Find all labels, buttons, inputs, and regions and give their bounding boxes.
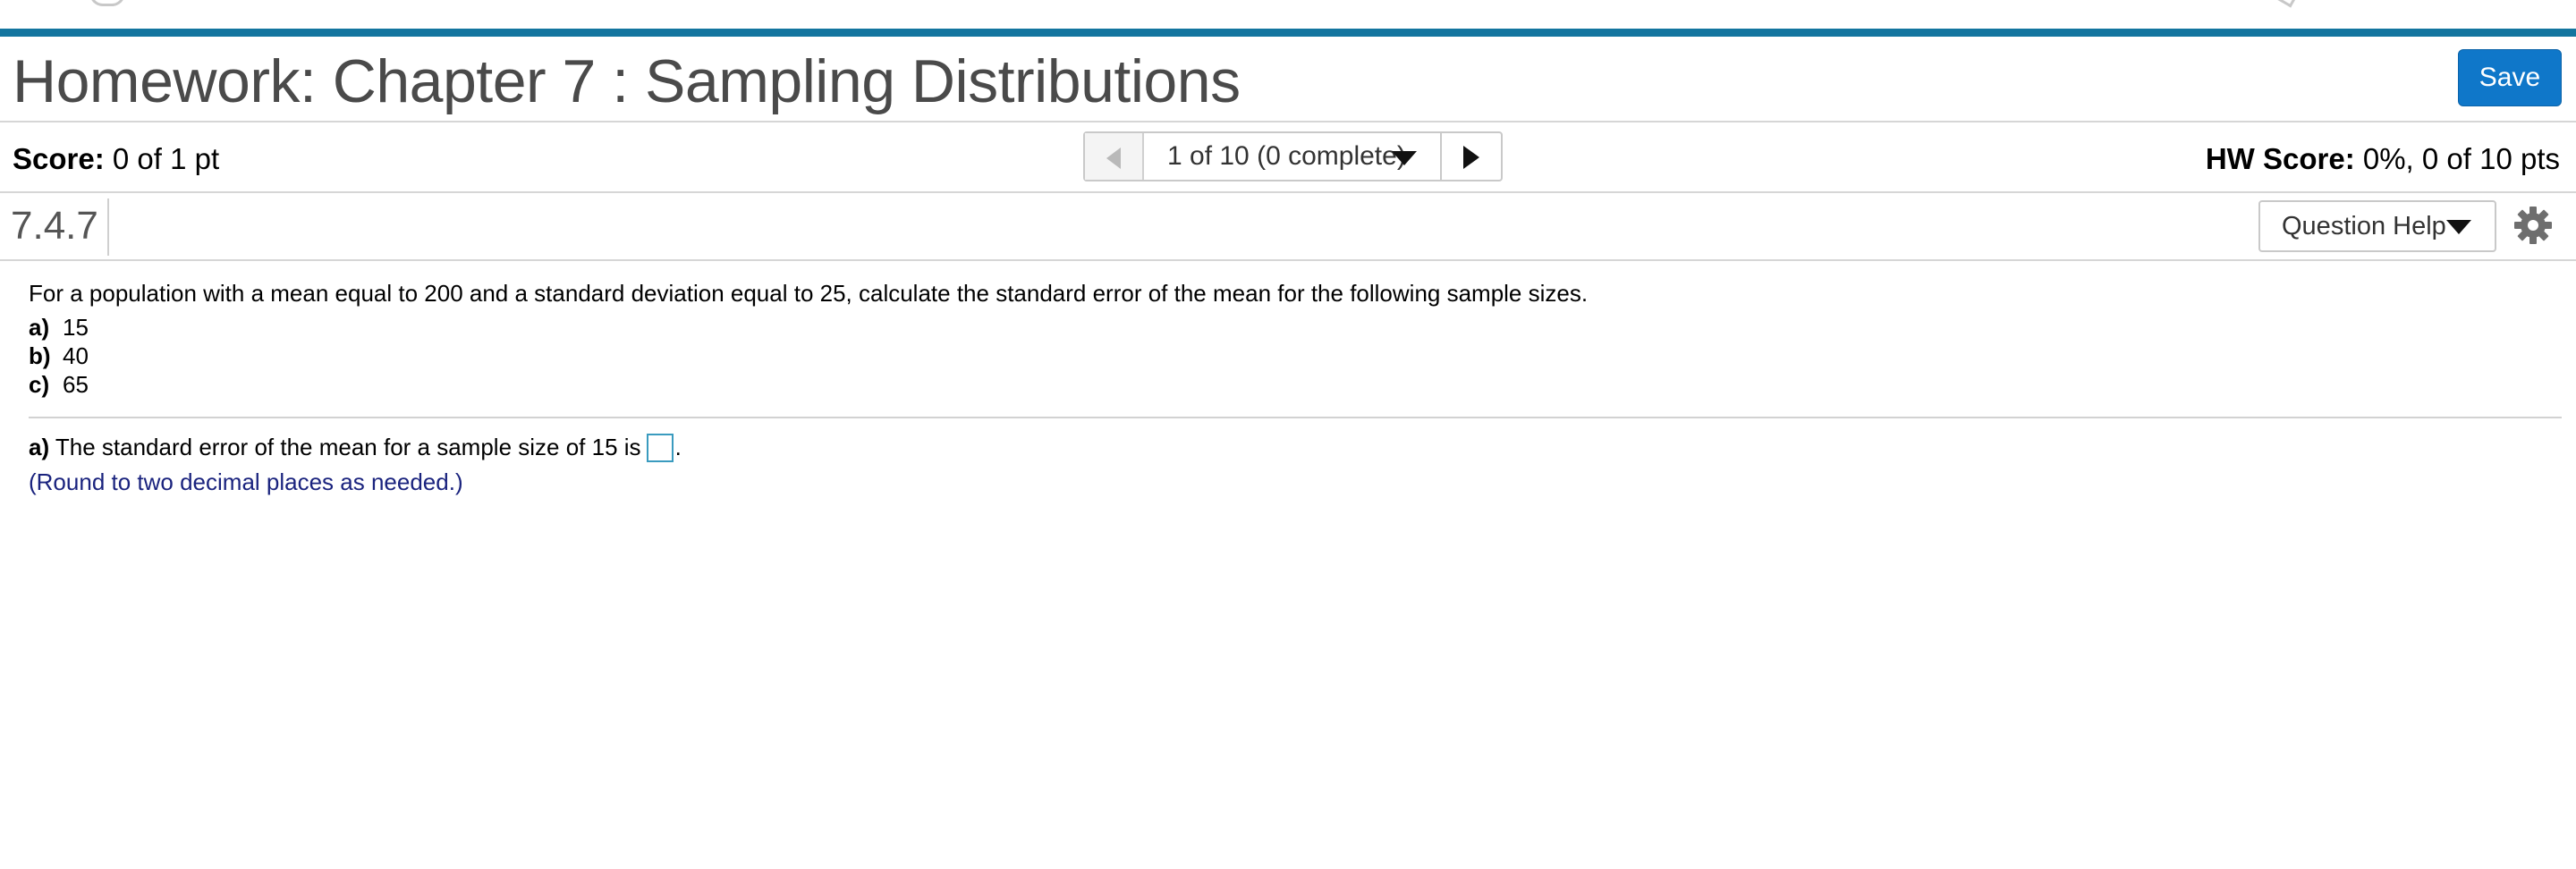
hw-score-value: 0%, 0 of 10 pts xyxy=(2362,142,2560,175)
part-value: 65 xyxy=(63,371,89,398)
question-navigator: 1 of 10 (0 complete) xyxy=(1083,131,1503,181)
caret-down-icon xyxy=(1392,151,1417,165)
page-title: Homework: Chapter 7 : Sampling Distribut… xyxy=(13,47,1241,115)
question-help-label: Question Help xyxy=(2282,212,2446,240)
title-bar: Homework: Chapter 7 : Sampling Distribut… xyxy=(0,37,2576,122)
list-item: a) 15 xyxy=(29,313,2533,342)
part-letter: a) xyxy=(29,314,50,341)
triangle-right-icon xyxy=(1463,146,1479,169)
save-button[interactable]: Save xyxy=(2458,49,2562,106)
partial-chevron-icon xyxy=(2277,0,2296,8)
divider xyxy=(29,417,2562,418)
caret-down-icon xyxy=(2446,220,2471,234)
part-letter: b) xyxy=(29,342,51,369)
question-stem: For a population with a mean equal to 20… xyxy=(29,280,1589,307)
accent-bar xyxy=(0,29,2576,37)
previous-question-button[interactable] xyxy=(1085,133,1144,180)
score-label: Score: xyxy=(13,142,105,175)
score-value: 0 of 1 pt xyxy=(112,142,220,175)
question-select-label: 1 of 10 (0 complete) xyxy=(1167,141,1406,171)
answer-prompt-text: The standard error of the mean for a sam… xyxy=(55,434,641,460)
triangle-left-icon xyxy=(1106,148,1121,169)
score-bar: Score: 0 of 1 pt 1 of 10 (0 complete) HW… xyxy=(0,121,2576,193)
sample-size-list: a) 15 b) 40 c) 65 xyxy=(29,313,2533,399)
answer-part-letter: a) xyxy=(29,434,50,460)
part-letter: c) xyxy=(29,371,50,398)
partial-icon xyxy=(89,0,125,6)
score: Score: 0 of 1 pt xyxy=(13,142,219,176)
question-id: 7.4.7 xyxy=(11,204,98,248)
question-help-button[interactable]: Question Help xyxy=(2258,200,2496,252)
hw-score-label: HW Score: xyxy=(2205,142,2355,175)
hw-score: HW Score: 0%, 0 of 10 pts xyxy=(2206,142,2560,176)
rounding-instruction: (Round to two decimal places as needed.) xyxy=(29,468,463,495)
gear-icon[interactable] xyxy=(2513,206,2553,245)
divider xyxy=(107,198,109,256)
part-value: 40 xyxy=(63,342,89,369)
browser-top-strip xyxy=(0,0,2576,29)
part-value: 15 xyxy=(63,314,89,341)
answer-prompt: a) The standard error of the mean for a … xyxy=(29,429,682,465)
next-question-button[interactable] xyxy=(1442,133,1501,180)
answer-input[interactable] xyxy=(646,434,674,462)
list-item: c) 65 xyxy=(29,370,2533,399)
answer-trailing-period: . xyxy=(674,434,682,460)
question-select-dropdown[interactable]: 1 of 10 (0 complete) xyxy=(1144,133,1442,180)
question-body: For a population with a mean equal to 20… xyxy=(29,279,2533,399)
list-item: b) 40 xyxy=(29,342,2533,370)
question-toolbar: 7.4.7 Question Help xyxy=(0,191,2576,261)
